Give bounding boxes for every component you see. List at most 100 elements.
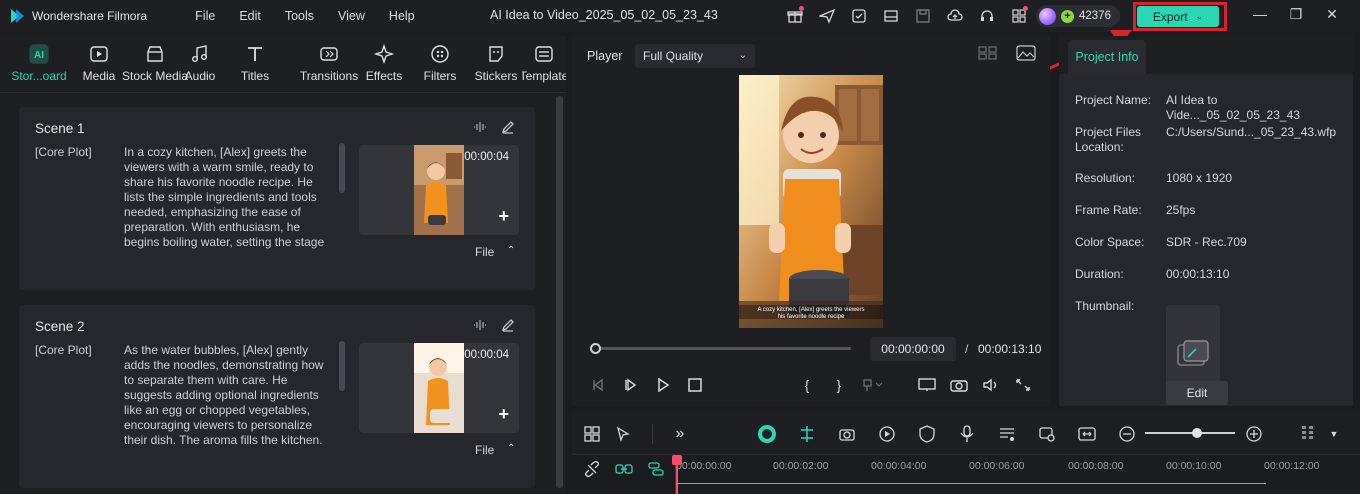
tab-titles[interactable]: Titles	[210, 36, 300, 90]
stickers-icon	[485, 43, 507, 65]
subtitle-list-icon[interactable]	[997, 424, 1017, 444]
tasks-icon[interactable]	[846, 5, 872, 27]
player-view-icons	[978, 45, 1036, 61]
image-icon[interactable]	[1016, 45, 1036, 61]
fit-width-icon[interactable]	[1077, 424, 1097, 444]
link-clips-icon[interactable]	[614, 459, 634, 479]
scene-tools	[473, 120, 515, 134]
credits-pill[interactable]: + 42376	[1036, 5, 1120, 27]
add-icon[interactable]: +	[498, 206, 509, 227]
close-icon[interactable]: ✕	[1314, 6, 1350, 23]
info-key: Color Space:	[1075, 235, 1145, 249]
scene-description[interactable]: In a cozy kitchen, [Alex] greets the vie…	[124, 145, 336, 249]
audio-icon	[189, 43, 211, 65]
mark-out-icon[interactable]: }	[828, 376, 850, 394]
snapshot-icon[interactable]	[948, 376, 970, 394]
menu-file[interactable]: File	[183, 9, 227, 23]
tab-storyboard[interactable]: AI Stor...oard	[0, 36, 78, 90]
play-icon[interactable]	[652, 376, 674, 394]
chevron-down-icon[interactable]: ⌄	[1196, 11, 1204, 22]
playhead[interactable]	[676, 455, 678, 494]
edit-thumbnail-button[interactable]: Edit	[1166, 381, 1228, 405]
add-icon[interactable]: +	[498, 404, 509, 425]
ai-mode-icon[interactable]	[757, 424, 777, 444]
file-dropdown[interactable]: File	[475, 245, 494, 259]
tab-project-info[interactable]: Project Info	[1068, 40, 1146, 74]
progress-knob[interactable]	[590, 343, 601, 354]
microphone-icon[interactable]	[957, 424, 977, 444]
layout-grid-icon[interactable]	[582, 424, 602, 444]
current-time[interactable]: 00:00:00:00	[870, 337, 956, 361]
chevron-up-icon[interactable]: ⌃	[507, 443, 515, 454]
scene-thumbnail-image	[414, 343, 464, 433]
progress-track[interactable]	[594, 347, 851, 350]
apps-grid-icon[interactable]	[1006, 5, 1032, 27]
scene-scrollbar[interactable]	[339, 143, 345, 193]
panel-scrollbar[interactable]	[556, 96, 563, 488]
menu-tools[interactable]: Tools	[273, 9, 326, 23]
edit-pencil-icon[interactable]	[501, 120, 515, 134]
zoom-slider-knob[interactable]	[1192, 428, 1203, 438]
tab-stock-media-label: Stock Media	[121, 69, 189, 83]
stop-icon[interactable]	[684, 376, 706, 394]
tab-filters[interactable]: Filters	[410, 36, 470, 90]
snap-icon[interactable]	[797, 424, 817, 444]
fullscreen-icon[interactable]	[1012, 376, 1034, 394]
menu-help[interactable]: Help	[377, 9, 427, 23]
tab-media[interactable]: Media	[78, 36, 120, 90]
tab-stock-media[interactable]: Stock Media	[120, 36, 190, 90]
shield-icon[interactable]	[917, 424, 937, 444]
scene-card[interactable]: Scene 1 [Core Plot] In a cozy kitchen, […	[19, 107, 535, 290]
edit-pencil-icon[interactable]	[501, 318, 515, 332]
maximize-icon[interactable]: ❐	[1278, 6, 1314, 23]
volume-icon[interactable]	[980, 376, 1002, 394]
quality-select[interactable]: Full Quality ⌄	[635, 44, 755, 68]
step-forward-icon[interactable]	[620, 376, 642, 394]
menu-edit[interactable]: Edit	[227, 9, 273, 23]
voice-wave-icon[interactable]	[473, 318, 487, 332]
minimize-icon[interactable]: —	[1242, 6, 1278, 23]
zoom-in-icon[interactable]	[1244, 424, 1264, 444]
play-circle-icon[interactable]	[877, 424, 897, 444]
select-arrow-icon[interactable]	[614, 424, 634, 444]
tab-audio[interactable]: Audio	[185, 36, 215, 90]
layout-icon[interactable]	[878, 5, 904, 27]
send-icon[interactable]	[814, 5, 840, 27]
scene-card[interactable]: Scene 2 [Core Plot] As the water bubbles…	[19, 305, 535, 488]
grid-view-icon[interactable]	[978, 45, 998, 61]
display-icon[interactable]	[916, 376, 938, 394]
video-preview[interactable]: A cozy kitchen, [Alex] greets the viewer…	[739, 75, 883, 328]
track-manager-icon[interactable]	[646, 459, 666, 479]
tab-templates[interactable]: Template	[522, 36, 566, 90]
expand-more-icon[interactable]: »	[670, 424, 690, 444]
scene-scrollbar[interactable]	[339, 341, 345, 391]
tab-effects[interactable]: Effects	[358, 36, 410, 90]
cloud-upload-icon[interactable]	[942, 5, 968, 27]
track-grid-icon[interactable]	[1298, 424, 1318, 444]
export-button[interactable]: Export ⌄	[1137, 6, 1219, 27]
ai-camera-icon[interactable]	[837, 424, 857, 444]
mark-in-icon[interactable]: {	[796, 376, 818, 394]
zoom-out-icon[interactable]	[1117, 424, 1137, 444]
replace-clip-icon[interactable]	[1037, 424, 1057, 444]
file-dropdown[interactable]: File	[475, 443, 494, 457]
ruler-label: 00:00:10:00	[1166, 460, 1222, 472]
scene-thumbnail[interactable]: 00:00:04 +	[359, 145, 519, 235]
scene-description[interactable]: As the water bubbles, [Alex] gently adds…	[124, 343, 336, 447]
unlink-icon[interactable]	[582, 459, 602, 479]
scene-thumbnail[interactable]: 00:00:04 +	[359, 343, 519, 433]
tab-stickers[interactable]: Stickers	[470, 36, 522, 90]
voice-wave-icon[interactable]	[473, 120, 487, 134]
gift-icon[interactable]	[782, 5, 808, 27]
chevron-down-icon[interactable]: ▼	[1324, 424, 1344, 444]
prev-frame-icon[interactable]	[588, 376, 610, 394]
avatar[interactable]	[1039, 7, 1056, 25]
insert-icon[interactable]	[862, 376, 884, 394]
headset-icon[interactable]	[974, 5, 1000, 27]
tab-transitions[interactable]: Transitions	[300, 36, 358, 90]
zoom-slider-track[interactable]	[1145, 432, 1235, 434]
menu-view[interactable]: View	[326, 9, 377, 23]
info-key: Project Files Location:	[1075, 125, 1142, 154]
chevron-up-icon[interactable]: ⌃	[507, 245, 515, 256]
save-icon[interactable]	[910, 5, 936, 27]
